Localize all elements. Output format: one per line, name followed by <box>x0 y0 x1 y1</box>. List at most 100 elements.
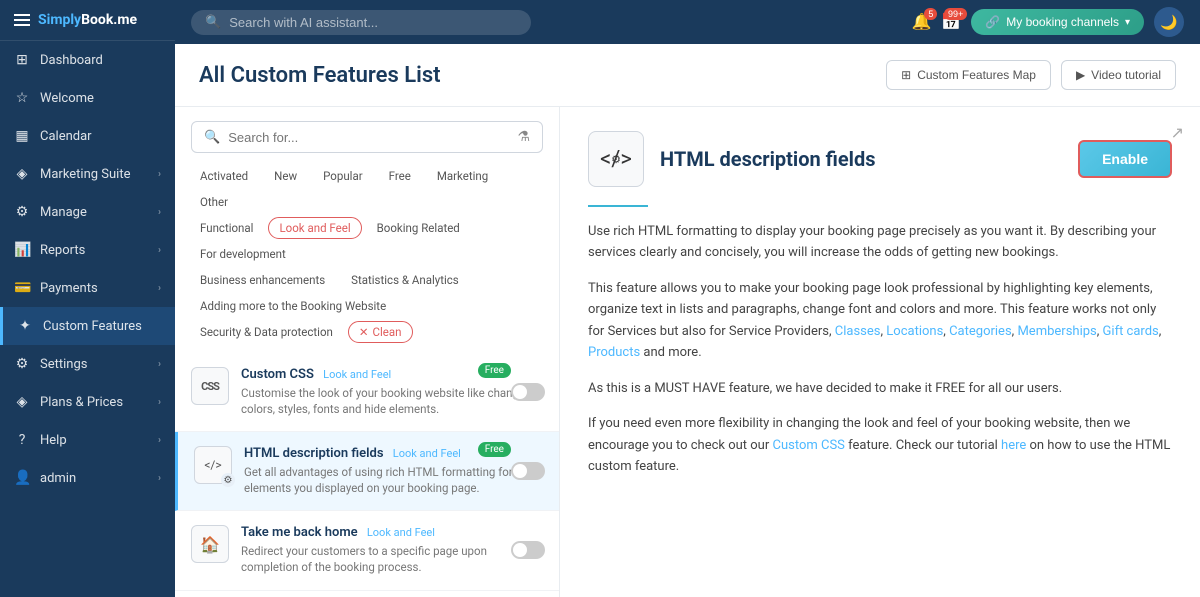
custom-features-map-button[interactable]: ⊞ Custom Features Map <box>886 60 1051 90</box>
sidebar-item-welcome[interactable]: ☆ Welcome <box>0 79 175 117</box>
sidebar-item-label: Settings <box>40 357 87 372</box>
filter-business[interactable]: Business enhancements <box>189 269 336 291</box>
toggle-switch[interactable] <box>511 383 545 401</box>
filter-for-development[interactable]: For development <box>189 243 297 265</box>
sidebar-item-label: Payments <box>40 281 98 296</box>
sidebar-item-reports[interactable]: 📊 Reports › <box>0 231 175 269</box>
sidebar-item-help[interactable]: ? Help › <box>0 421 175 459</box>
link-memberships[interactable]: Memberships <box>1017 324 1096 339</box>
sidebar-item-label: Dashboard <box>40 53 103 68</box>
feature-card-html-desc[interactable]: </> ⚙ HTML description fields Look and F… <box>175 432 559 511</box>
detail-arrow-icon[interactable]: ↗ <box>1171 123 1184 142</box>
toggle-switch[interactable] <box>511 462 545 480</box>
filter-booking-related[interactable]: Booking Related <box>366 217 471 239</box>
calendar-button[interactable]: 📅 99+ <box>941 12 961 32</box>
feature-list: CSS Custom CSS Look and Feel Customise t… <box>175 353 559 597</box>
link-icon: 🔗 <box>985 15 1000 29</box>
detail-separator <box>588 205 648 207</box>
calendar-badge: 99+ <box>944 8 967 20</box>
feature-card-custom-email[interactable]: ✉ Custom email Look and Feel Easily make… <box>175 591 559 597</box>
link-products[interactable]: Products <box>588 345 640 360</box>
sidebar-item-label: Welcome <box>40 91 94 106</box>
feature-name-take-me-back: Take me back home Look and Feel <box>241 525 543 540</box>
link-locations[interactable]: Locations <box>886 324 943 339</box>
sidebar-item-admin[interactable]: 👤 admin › <box>0 459 175 497</box>
link-custom-css[interactable]: Custom CSS <box>772 438 844 453</box>
filter-free[interactable]: Free <box>378 165 422 187</box>
filter-look-and-feel[interactable]: Look and Feel <box>268 217 361 239</box>
sidebar-item-marketing[interactable]: ◈ Marketing Suite › <box>0 155 175 193</box>
feature-card-custom-css[interactable]: CSS Custom CSS Look and Feel Customise t… <box>175 353 559 432</box>
detail-header: </> ⚙ HTML description fields Enable <box>588 131 1172 187</box>
notification-badge: 5 <box>924 8 937 20</box>
chevron-icon: › <box>158 435 161 446</box>
html-desc-icon: </> ⚙ <box>194 446 232 484</box>
feature-toggle-custom-css[interactable] <box>511 383 545 401</box>
filter-tabs: Activated New Popular Free Marketing Oth… <box>175 161 559 353</box>
reports-icon: 📊 <box>14 242 30 258</box>
filter-popular[interactable]: Popular <box>312 165 374 187</box>
link-classes[interactable]: Classes <box>835 324 881 339</box>
feature-toggle-html-desc[interactable] <box>511 462 545 480</box>
detail-para-1: Use rich HTML formatting to display your… <box>588 221 1172 264</box>
logo-text: SimplyBook.me <box>38 12 137 28</box>
feature-search-input[interactable] <box>228 130 509 145</box>
feature-desc-custom-css: Customise the look of your booking websi… <box>241 385 543 417</box>
video-tutorial-button[interactable]: ▶ Video tutorial <box>1061 60 1176 90</box>
sidebar-item-settings[interactable]: ⚙ Settings › <box>0 345 175 383</box>
sidebar-item-plans[interactable]: ◈ Plans & Prices › <box>0 383 175 421</box>
filter-marketing[interactable]: Marketing <box>426 165 499 187</box>
chevron-icon: › <box>158 359 161 370</box>
toggle-switch[interactable] <box>511 541 545 559</box>
sidebar-item-manage[interactable]: ⚙ Manage › <box>0 193 175 231</box>
sidebar-item-calendar[interactable]: ▦ Calendar <box>0 117 175 155</box>
chevron-icon: › <box>158 207 161 218</box>
filter-functional[interactable]: Functional <box>189 217 264 239</box>
page-header: All Custom Features List ⊞ Custom Featur… <box>175 44 1200 107</box>
booking-btn-label: My booking channels <box>1006 15 1119 29</box>
filter-clean[interactable]: ✕Clean <box>348 321 413 343</box>
filter-new[interactable]: New <box>263 165 308 187</box>
feature-badge-free: Free <box>478 363 511 378</box>
sidebar: SimplyBook.me ⊞ Dashboard ☆ Welcome ▦ Ca… <box>0 0 175 597</box>
link-categories[interactable]: Categories <box>949 324 1012 339</box>
booking-channels-button[interactable]: 🔗 My booking channels ▾ <box>971 9 1144 35</box>
page-title: All Custom Features List <box>199 63 441 88</box>
sidebar-item-label: Marketing Suite <box>40 167 131 182</box>
sidebar-item-custom-features[interactable]: ✦ Custom Features <box>0 307 175 345</box>
filter-security[interactable]: Security & Data protection <box>189 321 344 343</box>
filter-adding-more[interactable]: Adding more to the Booking Website <box>189 295 397 317</box>
link-gift-cards[interactable]: Gift cards <box>1103 324 1159 339</box>
marketing-icon: ◈ <box>14 166 30 182</box>
detail-body: Use rich HTML formatting to display your… <box>588 221 1172 477</box>
feature-card-take-me-back[interactable]: 🏠 Take me back home Look and Feel Redire… <box>175 511 559 590</box>
settings-icon: ⚙ <box>14 356 30 372</box>
sidebar-item-payments[interactable]: 💳 Payments › <box>0 269 175 307</box>
feature-tag-take-me-back: Look and Feel <box>367 526 435 539</box>
filter-icon[interactable]: ⚗ <box>517 129 530 145</box>
sidebar-item-dashboard[interactable]: ⊞ Dashboard <box>0 41 175 79</box>
search-input[interactable] <box>229 15 517 30</box>
dark-mode-toggle[interactable]: 🌙 <box>1154 7 1184 37</box>
link-here[interactable]: here <box>1001 438 1026 453</box>
notification-button[interactable]: 🔔 5 <box>911 12 931 32</box>
feature-toggle-take-me-back[interactable] <box>511 541 545 559</box>
welcome-icon: ☆ <box>14 90 30 106</box>
search-icon: 🔍 <box>205 15 221 30</box>
filter-row-1: Activated New Popular Free Marketing Oth… <box>189 165 545 213</box>
chevron-icon: › <box>158 169 161 180</box>
feature-info-take-me-back: Take me back home Look and Feel Redirect… <box>241 525 543 575</box>
hamburger-menu[interactable] <box>14 14 30 26</box>
chevron-icon: › <box>158 245 161 256</box>
filter-activated[interactable]: Activated <box>189 165 259 187</box>
clean-x-icon: ✕ <box>359 325 369 339</box>
feature-search-wrap[interactable]: 🔍 ⚗ <box>191 121 543 153</box>
filter-statistics[interactable]: Statistics & Analytics <box>340 269 470 291</box>
filter-other[interactable]: Other <box>189 191 239 213</box>
main-area: 🔍 🔔 5 📅 99+ 🔗 My booking channels ▾ 🌙 Al… <box>175 0 1200 597</box>
enable-button[interactable]: Enable <box>1078 140 1172 178</box>
detail-para-4: If you need even more flexibility in cha… <box>588 413 1172 477</box>
search-bar[interactable]: 🔍 <box>191 10 531 35</box>
payments-icon: 💳 <box>14 280 30 296</box>
chevron-down-icon: ▾ <box>1125 17 1130 28</box>
